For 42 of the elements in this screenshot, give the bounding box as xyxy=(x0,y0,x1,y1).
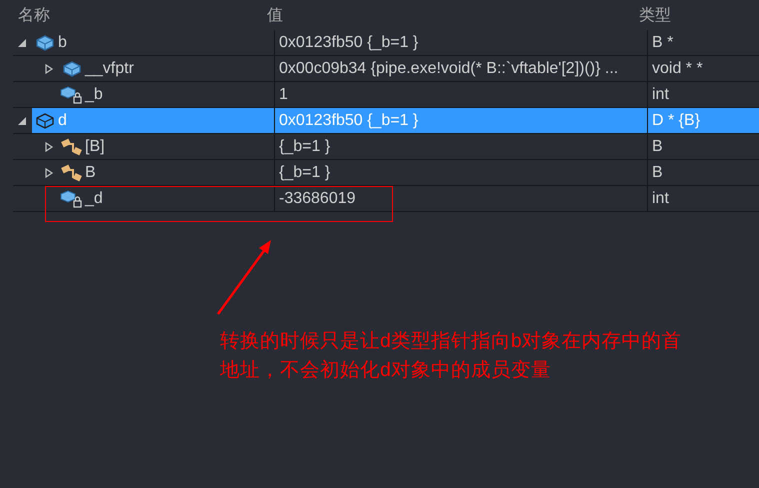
variable-name: [B] xyxy=(85,138,105,156)
variable-name: _b xyxy=(85,86,103,104)
variable-value: 0x00c09b34 {pipe.exe!void(* B::`vftable'[2])()} ... xyxy=(279,60,618,78)
variable-type: int xyxy=(652,86,669,104)
watch-row[interactable]: B {_b=1 } B xyxy=(13,160,759,186)
variable-value: 1 xyxy=(279,86,288,104)
variable-value: {_b=1 } xyxy=(279,138,330,156)
variable-name: b xyxy=(58,34,67,52)
variable-type: int xyxy=(652,190,669,208)
variable-value: 0x0123fb50 {_b=1 } xyxy=(279,112,418,130)
watch-row[interactable]: b 0x0123fb50 {_b=1 } B * xyxy=(13,30,759,56)
variable-type: B * xyxy=(652,34,674,52)
variable-type: void * * xyxy=(652,60,703,78)
column-header[interactable]: 值 xyxy=(262,4,635,26)
variable-type: B xyxy=(652,138,663,156)
variable-name: B xyxy=(85,164,96,182)
annotation-note: 转换的时候只是让d类型指针指向b对象在内存中的首地址，不会初始化d对象中的成员变量 xyxy=(220,329,683,383)
column-header[interactable]: 类型 xyxy=(635,4,759,26)
variable-name: _d xyxy=(85,190,103,208)
object-icon xyxy=(62,60,82,76)
variable-name: __vfptr xyxy=(85,60,134,78)
collapse-arrow-icon[interactable] xyxy=(17,116,27,126)
column-header[interactable]: 名称 xyxy=(0,4,262,26)
variable-type: B xyxy=(652,164,663,182)
watch-row[interactable]: _d -33686019 int xyxy=(13,186,759,212)
collapse-arrow-icon[interactable] xyxy=(17,38,27,48)
object-icon xyxy=(35,34,55,50)
object-icon xyxy=(35,112,55,128)
private-field-icon xyxy=(60,86,84,104)
private-field-icon xyxy=(60,190,84,208)
variable-type: D * {B} xyxy=(652,112,700,130)
watch-row[interactable]: [B] {_b=1 } B xyxy=(13,134,759,160)
watch-row[interactable]: __vfptr 0x00c09b34 {pipe.exe!void(* B::`vftable'[2])()} ... void * * xyxy=(13,56,759,82)
expand-arrow-icon[interactable] xyxy=(44,142,54,152)
expand-arrow-icon[interactable] xyxy=(44,168,54,178)
variable-value: -33686019 xyxy=(279,190,356,208)
expand-arrow-icon[interactable] xyxy=(44,64,54,74)
base-class-icon xyxy=(61,138,83,156)
variable-name: d xyxy=(58,112,67,130)
variable-value: {_b=1 } xyxy=(279,164,330,182)
variable-value: 0x0123fb50 {_b=1 } xyxy=(279,34,418,52)
base-class-icon xyxy=(61,164,83,182)
